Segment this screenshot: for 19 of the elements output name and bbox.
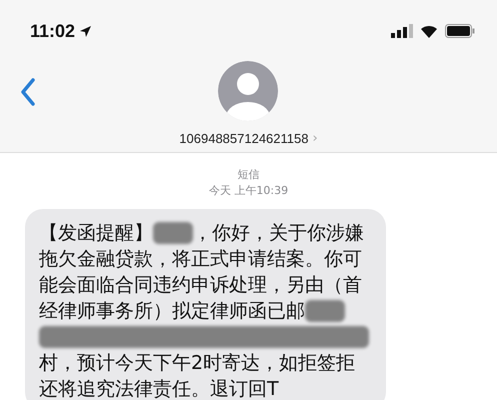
battery-icon [445, 24, 475, 38]
message-text: 能会面临合同违约申诉处理，另由（首 [39, 273, 362, 298]
location-arrow-icon [79, 24, 92, 38]
message-text: 【发函提醒】 [39, 221, 153, 246]
signal-icon [391, 24, 413, 38]
message-text: 村，预计今天下午2时寄达，如拒签拒 [39, 351, 356, 376]
message-text: ，你好，关于你涉嫌 [193, 221, 364, 246]
message-text: 拖欠金融贷款，将正式申请结案。你可 [39, 247, 362, 272]
wifi-icon [420, 24, 438, 38]
message-text: 还将追究法律责任。退订回T [39, 377, 279, 400]
redaction-scribble [153, 222, 193, 244]
redaction-scribble [305, 300, 345, 322]
message-text: 经律师事务所）拟定律师函已邮 [39, 299, 305, 324]
back-icon[interactable] [20, 78, 36, 106]
avatar-icon[interactable] [218, 61, 278, 121]
service-label: 短信 [238, 167, 260, 183]
message-timestamp: 今天 上午10:39 [208, 183, 288, 199]
status-time: 11:02 [30, 20, 76, 42]
contact-number[interactable]: 106948857124621158 [179, 131, 308, 146]
